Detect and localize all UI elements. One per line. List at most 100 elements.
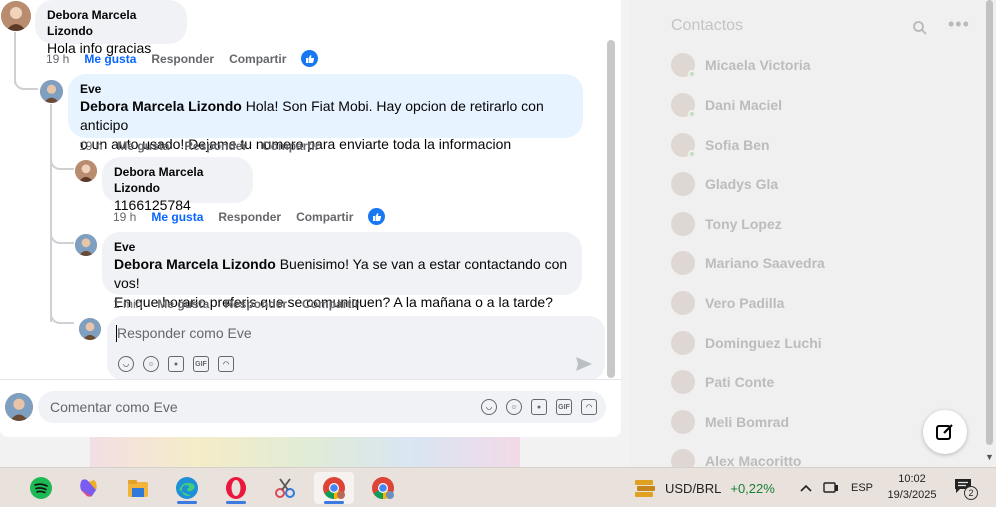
avatar-sticker-icon[interactable]: ◡	[481, 399, 497, 415]
system-clock[interactable]: 10:02 19/3/2025	[884, 471, 940, 503]
show-hidden-icons-button[interactable]	[799, 468, 813, 507]
contact-avatar	[671, 93, 696, 118]
share-button[interactable]: Compartir	[302, 297, 359, 311]
contact-item[interactable]: Micaela Victoria	[671, 52, 811, 78]
active-indicator	[177, 501, 197, 504]
gif-icon[interactable]: GIF	[193, 356, 209, 372]
contact-avatar	[671, 133, 696, 158]
comment-time[interactable]: 19 h	[79, 139, 102, 153]
contact-item[interactable]: Gladys Gla	[671, 171, 778, 197]
comment-author[interactable]: Debora Marcela Lizondo	[114, 164, 241, 196]
chevron-up-icon	[800, 484, 812, 492]
battery-network-button[interactable]	[822, 468, 840, 507]
contact-item[interactable]: Mariano Saavedra	[671, 250, 825, 276]
avatar[interactable]	[75, 234, 97, 256]
emoji-icon[interactable]: ☺	[143, 356, 159, 372]
snipping-tool-icon[interactable]	[265, 472, 305, 504]
stock-ticker[interactable]: USD/BRL +0,22%	[633, 468, 775, 507]
page-scrollbar-thumb[interactable]	[986, 0, 993, 445]
comment-time[interactable]: 1 min	[113, 297, 142, 311]
avatar-sticker-icon[interactable]: ◡	[118, 356, 134, 372]
page-scrollbar[interactable]: ▼	[983, 0, 996, 467]
reply-input[interactable]: Responder como Eve ◡ ☺ ● GIF ◠	[107, 316, 605, 380]
contact-item[interactable]: Dani Maciel	[671, 92, 782, 118]
comment-author[interactable]: Eve	[80, 81, 571, 97]
comment-author[interactable]: Eve	[114, 239, 570, 255]
like-button[interactable]: Me gusta	[151, 210, 203, 224]
sticker-icon[interactable]: ◠	[581, 399, 597, 415]
avatar[interactable]	[1, 1, 31, 31]
contact-item[interactable]: Sofia Ben	[671, 132, 770, 158]
comment-time[interactable]: 19 h	[46, 52, 69, 66]
modal-scrollbar[interactable]	[607, 40, 615, 378]
contact-avatar	[671, 53, 696, 78]
edge-icon[interactable]	[167, 472, 207, 504]
reply-button[interactable]: Responder	[151, 52, 214, 66]
contact-name: Sofia Ben	[705, 137, 770, 153]
scroll-down-arrow-icon[interactable]: ▼	[985, 452, 994, 462]
share-button[interactable]: Compartir	[262, 139, 319, 153]
contact-item[interactable]: Meli Bomrad	[671, 409, 789, 435]
copilot-icon[interactable]	[69, 472, 109, 504]
like-reaction-icon[interactable]	[368, 208, 386, 225]
reply-button[interactable]: Responder	[224, 297, 287, 311]
contact-avatar	[671, 410, 695, 434]
emoji-icon[interactable]: ☺	[506, 399, 522, 415]
compose-icon	[936, 424, 953, 440]
spotify-icon[interactable]	[21, 472, 61, 504]
sticker-icon[interactable]: ◠	[218, 356, 234, 372]
opera-icon[interactable]	[216, 472, 256, 504]
current-user-avatar[interactable]	[5, 393, 33, 421]
comment-author[interactable]: Debora Marcela Lizondo	[47, 7, 175, 39]
comment-text-line: Debora Marcela Lizondo Hola! Son Fiat Mo…	[80, 97, 571, 135]
current-user-avatar[interactable]	[79, 318, 101, 340]
modal-scrollbar-thumb[interactable]	[607, 40, 615, 378]
comment-bubble: Eve Debora Marcela Lizondo Hola! Son Fia…	[68, 74, 583, 152]
reply-button[interactable]: Responder	[218, 210, 281, 224]
contact-item[interactable]: Vero Padilla	[671, 290, 784, 316]
windows-taskbar: USD/BRL +0,22% ESP 10:02 19/3/2025 2	[0, 467, 996, 507]
comment-time[interactable]: 19 h	[113, 210, 136, 224]
file-explorer-icon[interactable]	[118, 472, 158, 504]
language-indicator[interactable]: ESP	[851, 468, 873, 507]
contact-avatar	[671, 212, 695, 236]
chrome-icon[interactable]	[314, 472, 354, 504]
like-button[interactable]: Me gusta	[157, 297, 209, 311]
like-button[interactable]: Me gusta	[84, 52, 136, 66]
avatar[interactable]	[75, 160, 97, 182]
share-button[interactable]: Compartir	[229, 52, 286, 66]
comment-bubble: Eve Debora Marcela Lizondo Buenisimo! Ya…	[102, 232, 582, 310]
send-icon[interactable]	[575, 356, 593, 372]
comment-actions: 1 min Me gusta Responder Compartir	[113, 297, 374, 311]
like-reaction-icon[interactable]	[301, 50, 319, 67]
like-button[interactable]: Me gusta	[117, 139, 169, 153]
contact-name: Tony Lopez	[705, 216, 782, 232]
contact-avatar	[671, 172, 695, 196]
contact-item[interactable]: Pati Conte	[671, 369, 774, 395]
camera-icon[interactable]: ●	[168, 356, 184, 372]
camera-icon[interactable]: ●	[531, 399, 547, 415]
more-options-icon[interactable]: •••	[948, 14, 970, 35]
avatar[interactable]	[40, 80, 63, 103]
mention-link[interactable]: Debora Marcela Lizondo	[114, 256, 276, 272]
gif-icon[interactable]: GIF	[556, 399, 572, 415]
contact-avatar	[671, 331, 695, 355]
mention-link[interactable]: Debora Marcela Lizondo	[80, 98, 242, 114]
thread-connector	[14, 68, 38, 90]
comment-input[interactable]: Comentar como Eve ◡ ☺ ● GIF ◠	[38, 391, 606, 423]
contact-item[interactable]: Tony Lopez	[671, 211, 782, 237]
contact-name: Mariano Saavedra	[705, 255, 825, 271]
contacts-title: Contactos	[671, 17, 744, 34]
comment-bubble: Debora Marcela Lizondo 1166125784	[102, 157, 253, 213]
ticker-label: USD/BRL	[665, 480, 722, 496]
new-message-button[interactable]	[923, 410, 967, 454]
thread-connector	[50, 156, 74, 170]
contact-name: Vero Padilla	[705, 295, 785, 311]
chrome-profile-icon[interactable]	[363, 472, 403, 504]
contact-item[interactable]: Dominguez Luchi	[671, 330, 822, 356]
share-button[interactable]: Compartir	[296, 210, 353, 224]
search-icon[interactable]	[912, 20, 928, 36]
contact-name: Micaela Victoria	[705, 57, 811, 73]
notification-center-button[interactable]: 2	[954, 478, 978, 500]
reply-button[interactable]: Responder	[184, 139, 247, 153]
